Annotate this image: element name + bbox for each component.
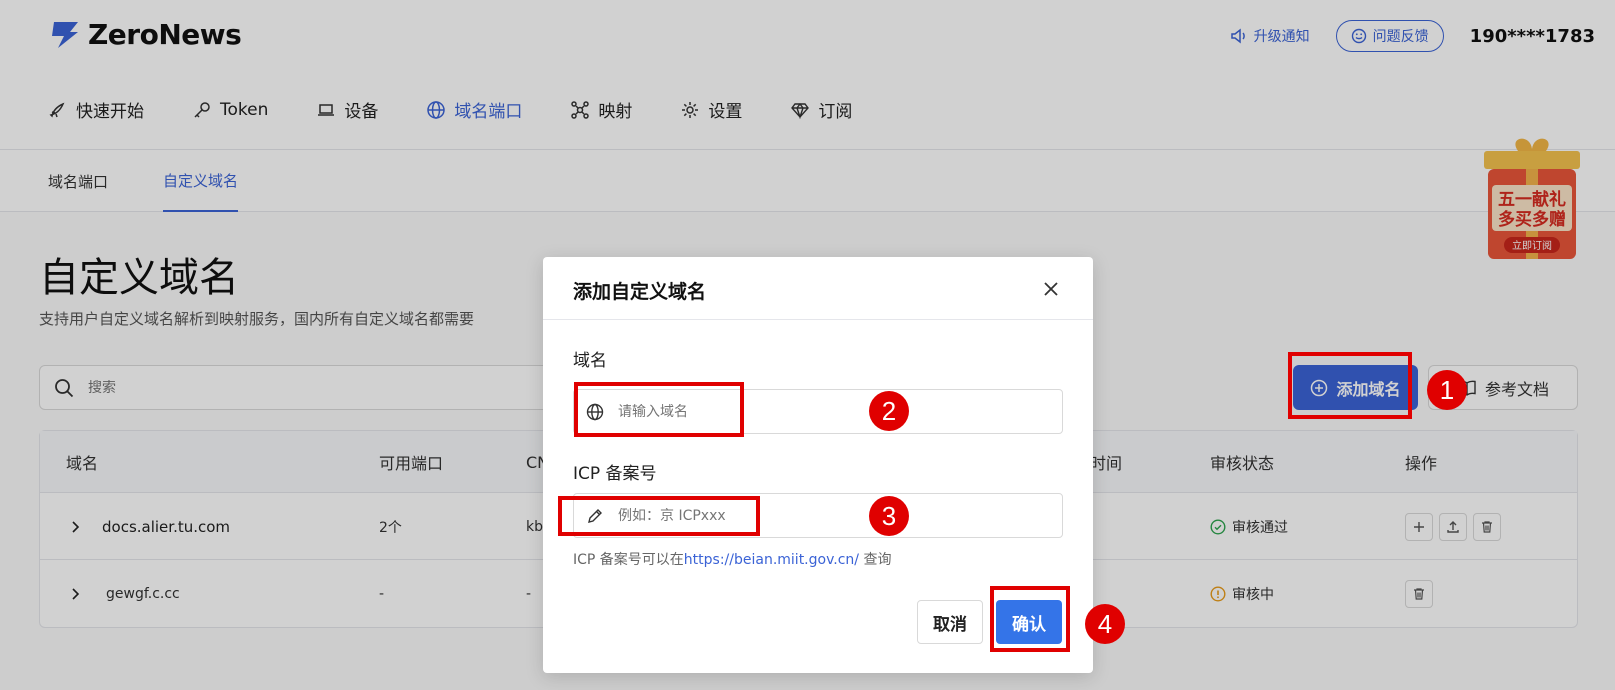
dialog-header: 添加自定义域名 xyxy=(543,257,1093,320)
annotation-marker: 2 xyxy=(869,391,909,431)
dialog-title: 添加自定义域名 xyxy=(573,281,707,303)
annotation-marker: 3 xyxy=(869,496,909,536)
app-page: ZeroNews 升级通知 问题反馈 190****1783 快速开始 Toke… xyxy=(0,0,1615,690)
domain-field-label: 域名 xyxy=(573,351,607,371)
close-button[interactable] xyxy=(1039,277,1063,301)
annotation-marker: 1 xyxy=(1427,370,1467,410)
icp-hint-prefix: ICP 备案号可以在 xyxy=(573,552,684,568)
annotation-box-domain-input xyxy=(574,382,744,437)
annotation-marker: 4 xyxy=(1085,604,1125,644)
annotation-box-add-domain xyxy=(1288,352,1412,419)
icp-hint-suffix: 查询 xyxy=(859,552,892,568)
annotation-box-icp-input xyxy=(558,496,760,536)
icp-field-label: ICP 备案号 xyxy=(573,464,657,484)
icp-hint: ICP 备案号可以在https://beian.miit.gov.cn/ 查询 xyxy=(573,549,891,569)
annotation-box-confirm xyxy=(990,586,1070,652)
close-icon xyxy=(1044,282,1058,296)
cancel-button[interactable]: 取消 xyxy=(917,600,983,644)
beian-link[interactable]: https://beian.miit.gov.cn/ xyxy=(684,552,859,568)
